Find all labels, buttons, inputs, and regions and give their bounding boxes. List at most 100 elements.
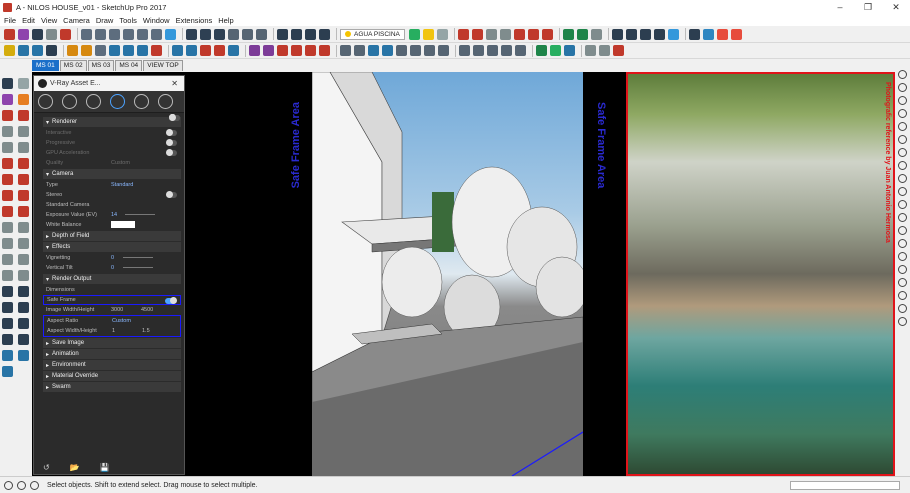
back-view-icon[interactable] [137,28,148,40]
vray-clipper-icon[interactable] [228,45,239,56]
scene-tab-ms02[interactable]: MS 02 [59,60,87,71]
select-icon[interactable] [4,28,15,40]
orbit-tool-icon[interactable] [2,286,13,297]
aspect-width-field[interactable]: 1 [112,328,115,334]
layer-manager-icon[interactable] [408,28,420,40]
section-plane-tool-icon[interactable] [18,350,29,361]
scene-button-icon[interactable] [368,45,379,56]
model-view[interactable] [312,72,583,476]
vray-render-icon[interactable] [688,28,700,40]
left-view-icon[interactable] [151,28,162,40]
curve-d-icon[interactable] [898,109,907,118]
aspect-height-field[interactable]: 1.5 [142,328,150,334]
stereo-toggle[interactable] [166,191,177,198]
settings-tab-icon[interactable] [110,94,125,109]
union-icon[interactable] [499,28,511,40]
vray-frame-buffer-icon[interactable] [46,45,57,56]
layer-dropdown[interactable]: AGUA PISCINA [340,28,405,40]
line-tool-icon[interactable] [2,110,13,121]
arc-tool-icon[interactable] [396,45,407,56]
curve-n-icon[interactable] [898,239,907,248]
extra-tool-icon[interactable] [2,366,13,377]
user-icon[interactable] [30,480,39,490]
subtract-icon[interactable] [513,28,525,40]
safe-frame-toggle[interactable] [165,297,177,304]
vray-mesh-light-icon[interactable] [151,45,162,56]
curve-e-icon[interactable] [898,122,907,131]
smoove-icon[interactable] [576,28,588,40]
eraser-tool-icon[interactable] [18,94,29,105]
shaded-icon[interactable] [228,28,239,40]
protractor-icon[interactable] [2,254,13,265]
previous-view-icon[interactable] [18,318,29,329]
vray-render-button-icon[interactable] [18,45,29,56]
move-tool-icon[interactable] [2,190,13,201]
tape-measure-icon[interactable] [2,238,13,249]
camera-type-select[interactable]: Standard [111,182,133,188]
frame-buffer-tab-icon[interactable] [158,94,173,109]
top-view-icon[interactable] [95,28,106,40]
paint-bucket-icon[interactable] [32,28,43,40]
gear-icon[interactable] [459,45,470,56]
curve-j-icon[interactable] [898,187,907,196]
rotate-tool-icon[interactable] [473,45,484,56]
quality-value[interactable]: Custom [111,160,130,166]
material-override-section[interactable]: Material Override [43,114,181,381]
curve-m-icon[interactable] [898,226,907,235]
tape-tool-icon[interactable] [515,45,526,56]
shadow-settings-icon[interactable] [436,28,448,40]
curve-s-icon[interactable] [898,304,907,313]
section-fill-icon[interactable] [305,28,316,40]
geometry-tab-icon[interactable] [86,94,101,109]
dimension-icon[interactable] [18,238,29,249]
menu-camera[interactable]: Camera [63,16,90,25]
vignetting-slider[interactable] [123,257,153,258]
extension-warehouse-icon[interactable] [716,28,728,40]
menu-window[interactable]: Window [143,16,170,25]
3d-text-icon[interactable] [18,270,29,281]
section-cut-icon[interactable] [291,28,302,40]
intersect-icon[interactable] [485,28,497,40]
sun-icon[interactable] [422,28,434,40]
text-tool-icon[interactable] [18,254,29,265]
pie-tool-icon[interactable] [438,45,449,56]
vray-plane-icon[interactable] [200,45,211,56]
vray-spot-light-icon[interactable] [95,45,106,56]
depth-of-field-section[interactable]: Depth of Field [43,231,181,241]
mirror-tool-icon[interactable] [487,45,498,56]
make-component-tool-icon[interactable] [18,78,29,89]
star-tool-icon[interactable] [424,45,435,56]
save-icon[interactable]: 💾 [100,463,110,472]
wireframe-icon[interactable] [200,28,211,40]
position-camera-icon[interactable] [2,334,13,345]
rotate-icon[interactable] [2,206,13,217]
vray-ies-light-icon[interactable] [109,45,120,56]
make-component-icon[interactable] [60,28,71,40]
effects-section[interactable]: Effects [43,242,181,252]
paint-tool-icon[interactable] [2,94,13,105]
zoom-extents-icon[interactable] [653,28,665,40]
curve-o-icon[interactable] [898,252,907,261]
display-sections-icon[interactable] [319,28,330,40]
render-tab-icon[interactable] [134,94,149,109]
iso-view-icon[interactable] [81,28,92,40]
save-image-section[interactable]: Save Image [43,114,181,348]
menu-edit[interactable]: Edit [22,16,35,25]
geo-location-icon[interactable] [4,480,13,490]
close-button[interactable]: ✕ [882,0,910,14]
eraser-icon[interactable] [18,28,29,40]
vignetting-value[interactable]: 0 [111,255,114,261]
pin-icon[interactable] [613,45,624,56]
menu-view[interactable]: View [41,16,57,25]
exposure-value[interactable]: 14 [111,212,117,218]
vray-proxy-icon[interactable] [172,45,183,56]
circle-tool-icon[interactable] [340,45,351,56]
freehand-tool-icon[interactable] [410,45,421,56]
plugin-a-icon[interactable] [249,45,260,56]
xray-icon[interactable] [186,28,197,40]
curve-a-icon[interactable] [898,70,907,79]
exposure-slider[interactable] [125,214,155,215]
trim-icon[interactable] [527,28,539,40]
curve-p-icon[interactable] [898,265,907,274]
progressive-toggle[interactable] [166,139,177,146]
